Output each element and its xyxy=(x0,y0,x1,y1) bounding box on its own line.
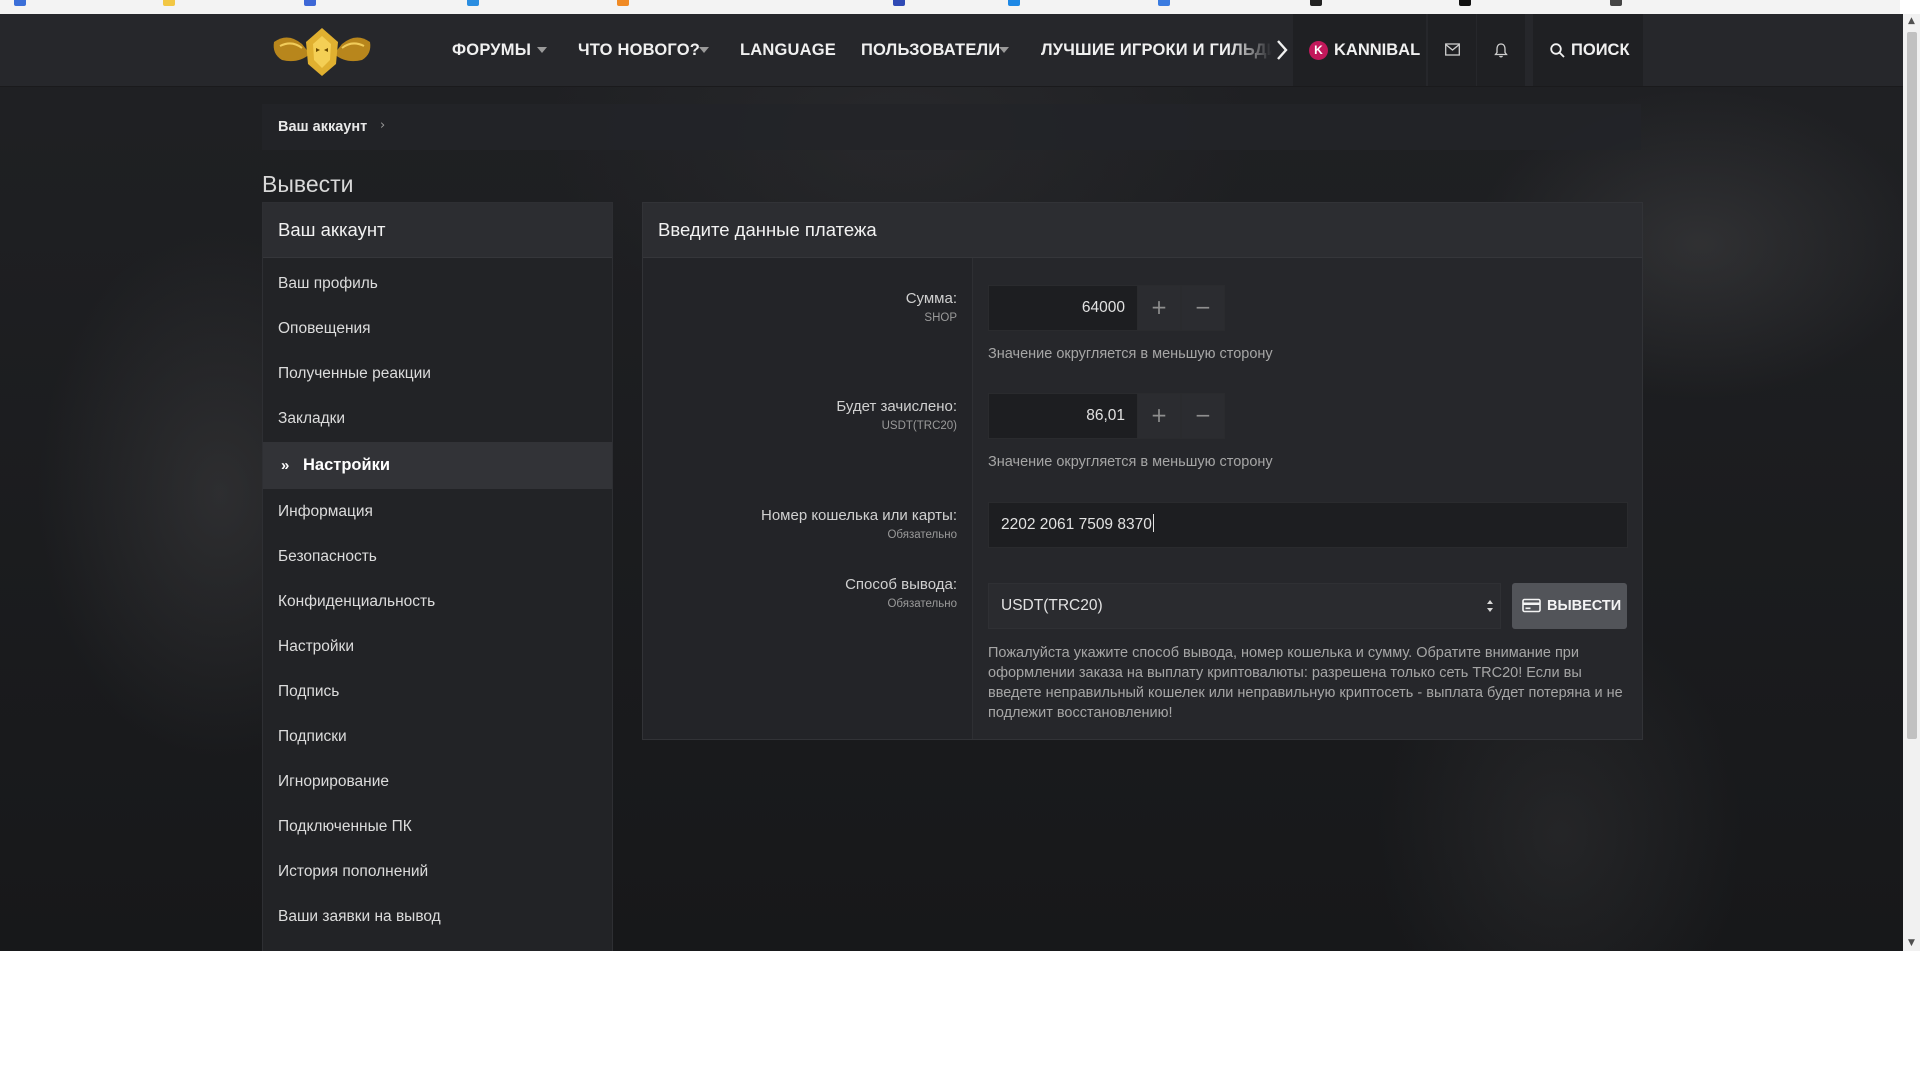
wallet-input[interactable]: 2202 2061 7509 8370 xyxy=(988,502,1628,548)
amount-rounding-note: Значение округляется в меньшую сторону xyxy=(988,346,1273,362)
sidebar-item-bookmarks[interactable]: Закладки xyxy=(263,396,612,441)
withdraw-submit-button[interactable]: ВЫВЕСТИ xyxy=(1512,583,1627,629)
avatar[interactable]: K xyxy=(1309,41,1328,60)
sidebar-header: Ваш аккаунт xyxy=(263,203,612,258)
method-label: Способ вывода: xyxy=(845,576,957,593)
bookmark-icon[interactable] xyxy=(1310,0,1322,6)
sidebar-item-withdraw-requests[interactable]: Ваши заявки на вывод xyxy=(263,894,612,939)
method-required-hint: Обязательно xyxy=(887,598,957,610)
credit-card-icon xyxy=(1522,598,1541,613)
breadcrumb: Ваш аккаунт › xyxy=(262,104,1641,150)
withdraw-notice: Пожалуйста укажите способ вывода, номер … xyxy=(988,645,1623,721)
nav-item-whats-new[interactable]: ЧТО НОВОГО? xyxy=(578,14,700,86)
page-scrollbar[interactable]: ▲ ▼ xyxy=(1903,14,1920,951)
envelope-icon xyxy=(1445,43,1460,56)
amount-label: Сумма: xyxy=(905,290,957,307)
panel-header: Введите данные платежа xyxy=(643,203,1642,258)
search-label: ПОИСК xyxy=(1571,41,1630,59)
amount-increment-button[interactable]: + xyxy=(1137,285,1181,331)
sidebar-item-connected-pcs[interactable]: Подключенные ПК xyxy=(263,804,612,849)
sidebar-title: Ваш аккаунт xyxy=(278,219,386,240)
chevron-right-icon[interactable] xyxy=(1272,36,1292,64)
sidebar-item-info[interactable]: Информация xyxy=(263,489,612,534)
sidebar-item-privacy[interactable]: Конфиденциальность xyxy=(263,579,612,624)
double-chevron-right-icon: » xyxy=(281,457,290,474)
sidebar-item-reactions[interactable]: Полученные реакции xyxy=(263,351,612,396)
nav-item-forums[interactable]: ФОРУМЫ xyxy=(452,14,531,86)
bookmark-icon[interactable] xyxy=(163,0,175,6)
bookmark-icon[interactable] xyxy=(14,0,26,6)
bookmark-icon[interactable] xyxy=(1610,0,1622,6)
sidebar-item-preferences[interactable]: Настройки xyxy=(263,624,612,669)
wallet-required-hint: Обязательно xyxy=(887,529,957,541)
scroll-up-arrow-icon[interactable]: ▲ xyxy=(1906,14,1917,28)
credited-label: Будет зачислено: xyxy=(836,398,957,415)
sidebar-item-security[interactable]: Безопасность xyxy=(263,534,612,579)
bookmark-icon[interactable] xyxy=(304,0,316,6)
bookmark-icon[interactable] xyxy=(1459,0,1471,6)
nav-item-users[interactable]: ПОЛЬЗОВАТЕЛИ xyxy=(861,14,1000,86)
withdraw-method-value: USDT(TRC20) xyxy=(1001,597,1103,614)
credited-input[interactable]: 86,01 xyxy=(988,393,1138,439)
guild-emblem-logo-icon[interactable] xyxy=(268,24,376,78)
search-icon xyxy=(1550,43,1565,58)
bookmark-icon[interactable] xyxy=(467,0,479,6)
chevron-down-icon[interactable] xyxy=(999,47,1009,53)
payment-form-panel: Введите данные платежа Сумма: SHOP Будет… xyxy=(642,202,1643,740)
sidebar-item-settings-active[interactable]: » Настройки xyxy=(263,442,612,489)
sidebar-item-profile[interactable]: Ваш профиль xyxy=(263,261,612,306)
inbox-button[interactable] xyxy=(1428,14,1476,86)
text-caret xyxy=(1152,514,1154,532)
scroll-down-arrow-icon[interactable]: ▼ xyxy=(1906,936,1917,950)
breadcrumb-item-account[interactable]: Ваш аккаунт xyxy=(278,104,367,150)
account-sidebar: Ваш аккаунт Ваш профиль Оповещения Получ… xyxy=(262,202,613,951)
credited-currency-hint: USDT(TRC20) xyxy=(881,420,957,432)
chevron-down-icon[interactable] xyxy=(699,47,709,53)
nav-item-language[interactable]: LANGUAGE xyxy=(740,14,836,86)
amount-currency-hint: SHOP xyxy=(924,312,957,324)
sidebar-item-signature[interactable]: Подпись xyxy=(263,669,612,714)
withdraw-submit-label: ВЫВЕСТИ xyxy=(1547,598,1622,614)
sidebar-item-deposit-history[interactable]: История пополнений xyxy=(263,849,612,894)
bookmark-icon[interactable] xyxy=(617,0,629,6)
scrollbar-thumb[interactable] xyxy=(1907,32,1917,739)
amount-decrement-button[interactable]: − xyxy=(1181,285,1225,331)
user-menu[interactable]: K KANNIBAL xyxy=(1293,14,1426,86)
bookmarks-bar xyxy=(0,0,1900,14)
bell-icon xyxy=(1494,43,1508,58)
amount-input[interactable]: 64000 xyxy=(988,285,1138,331)
select-arrows-icon xyxy=(1487,600,1493,612)
alerts-button[interactable] xyxy=(1477,14,1525,86)
bookmark-icon[interactable] xyxy=(1158,0,1170,6)
sidebar-item-subscriptions[interactable]: Подписки xyxy=(263,714,612,759)
page-viewport: ФОРУМЫ ЧТО НОВОГО? LANGUAGE ПОЛЬЗОВАТЕЛИ… xyxy=(0,14,1903,951)
bookmark-icon[interactable] xyxy=(1008,0,1020,6)
breadcrumb-separator: › xyxy=(380,118,386,133)
search-button[interactable]: ПОИСК xyxy=(1533,14,1643,86)
sidebar-item-alerts[interactable]: Оповещения xyxy=(263,306,612,351)
wallet-input-value: 2202 2061 7509 8370 xyxy=(1001,516,1152,533)
panel-title: Введите данные платежа xyxy=(658,219,877,240)
chevron-down-icon[interactable] xyxy=(537,47,547,53)
wallet-label: Номер кошелька или карты: xyxy=(760,507,957,524)
form-label-column: Сумма: SHOP Будет зачислено: USDT(TRC20)… xyxy=(643,258,973,739)
sidebar-item-ignoring[interactable]: Игнорирование xyxy=(263,759,612,804)
top-navbar: ФОРУМЫ ЧТО НОВОГО? LANGUAGE ПОЛЬЗОВАТЕЛИ… xyxy=(0,14,1903,87)
credited-decrement-button[interactable]: − xyxy=(1181,393,1225,439)
withdraw-method-select[interactable]: USDT(TRC20) xyxy=(988,583,1501,629)
username-label[interactable]: KANNIBAL xyxy=(1334,14,1420,86)
bookmark-icon[interactable] xyxy=(893,0,905,6)
credited-rounding-note: Значение округляется в меньшую сторону xyxy=(988,454,1273,470)
credited-increment-button[interactable]: + xyxy=(1137,393,1181,439)
